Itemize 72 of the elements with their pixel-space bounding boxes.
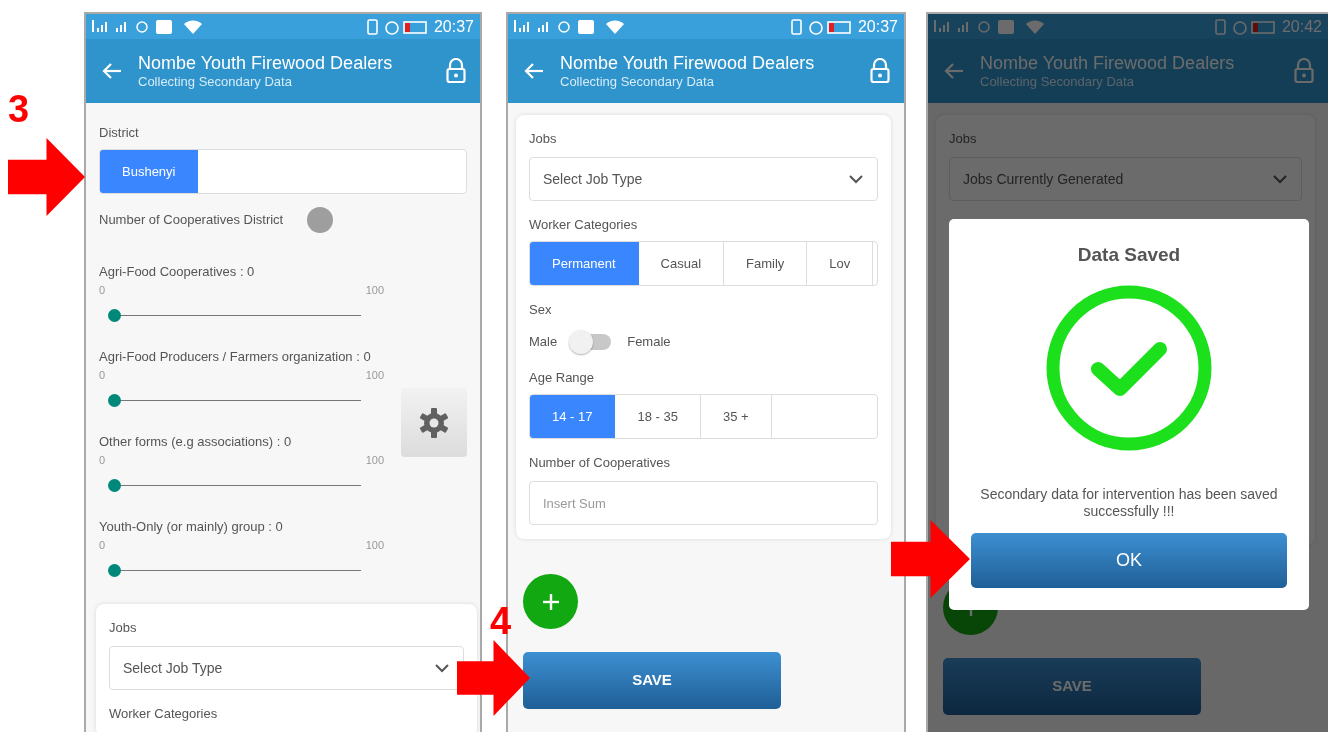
add-button[interactable] [523, 574, 578, 629]
back-arrow-icon[interactable] [524, 62, 544, 80]
lock-icon[interactable] [870, 58, 890, 84]
app-title: Nombe Youth Firewood Dealers [560, 52, 816, 74]
field-label: Sex [529, 302, 553, 318]
max-label: 100 [365, 368, 384, 382]
app-title: Nombe Youth Firewood Dealers [980, 52, 1236, 74]
slider-label: Youth-Only (or mainly) group : 0 [99, 519, 284, 535]
segment-option[interactable]: 18 - 35 [615, 395, 701, 438]
check-circle-icon [1046, 285, 1212, 451]
min-label: 0 [99, 538, 106, 552]
dropdown-value: Select Job Type [123, 658, 223, 678]
field-label: Number of Cooperatives District [99, 212, 284, 228]
dropdown-value: Jobs Currently Generated [963, 169, 1124, 189]
field-label: Worker Categories [529, 217, 639, 233]
min-label: 0 [99, 368, 106, 382]
segment-option[interactable]: Family [724, 242, 808, 285]
field-label: Jobs [949, 131, 978, 147]
save-button[interactable]: SAVE [523, 652, 781, 709]
app-subtitle: Collecting Secondary Data [138, 73, 293, 90]
field-label: Jobs [109, 620, 138, 636]
plus-icon [541, 592, 560, 611]
text-input[interactable]: Insert Sum [529, 481, 878, 525]
max-label: 100 [365, 453, 384, 467]
app-subtitle: Collecting Secondary Data [560, 73, 715, 90]
settings-icon [418, 406, 450, 439]
step-number: 4 [490, 602, 512, 640]
field-label: Number of Cooperatives [529, 455, 671, 471]
dropdown-value: Select Job Type [543, 169, 643, 189]
max-label: 100 [365, 283, 384, 297]
slider-thumb[interactable] [107, 479, 121, 492]
arrow-icon [457, 640, 530, 716]
field-label: Worker Categories [109, 706, 219, 722]
field-label: Jobs [529, 131, 558, 147]
arrow-icon [891, 520, 970, 598]
dropdown-field[interactable]: Select Job Type [529, 157, 878, 201]
field-label: Age Range [529, 370, 596, 386]
chevron-down-icon [435, 663, 449, 673]
toggle-switch[interactable] [307, 207, 334, 233]
status-time: 20:37 [857, 16, 898, 37]
min-label: 0 [99, 283, 106, 297]
status-time: 20:42 [1281, 16, 1322, 37]
slider-thumb[interactable] [107, 394, 121, 407]
app-subtitle: Collecting Secondary Data [980, 73, 1135, 90]
arrow-icon [8, 138, 85, 216]
min-label: 0 [99, 453, 106, 467]
segment-option[interactable]: 35 + [700, 395, 772, 438]
option-label: Male [529, 334, 558, 350]
lock-icon[interactable] [1294, 58, 1314, 84]
slider-thumb[interactable] [107, 309, 121, 322]
ok-button[interactable]: OK [971, 533, 1287, 588]
dialog-title: Data Saved [1077, 243, 1181, 267]
dropdown-field[interactable]: Select Job Type [109, 646, 464, 690]
segment-option[interactable]: Lov [807, 242, 874, 285]
slider-thumb[interactable] [107, 564, 121, 577]
chevron-down-icon [1273, 174, 1287, 184]
lock-icon[interactable] [446, 58, 466, 84]
slider-label: Agri-Food Cooperatives : 0 [99, 264, 256, 280]
back-arrow-icon[interactable] [944, 62, 964, 80]
app-title: Nombe Youth Firewood Dealers [138, 52, 394, 74]
slider-label: Other forms (e.g associations) : 0 [99, 434, 293, 450]
settings-button[interactable] [401, 388, 467, 457]
field-label: District [99, 125, 140, 141]
max-label: 100 [365, 538, 384, 552]
status-time: 20:37 [433, 16, 474, 37]
back-arrow-icon[interactable] [102, 62, 122, 80]
option-label: Female [627, 334, 671, 350]
chevron-down-icon [849, 174, 863, 184]
dialog-message: Secondary data for intervention has been saved successfully !!! [979, 486, 1279, 520]
segment-option[interactable]: Casual [638, 242, 725, 285]
step-number: 3 [8, 90, 30, 128]
slider-label: Agri-Food Producers / Farmers organization : 0 [99, 349, 372, 365]
